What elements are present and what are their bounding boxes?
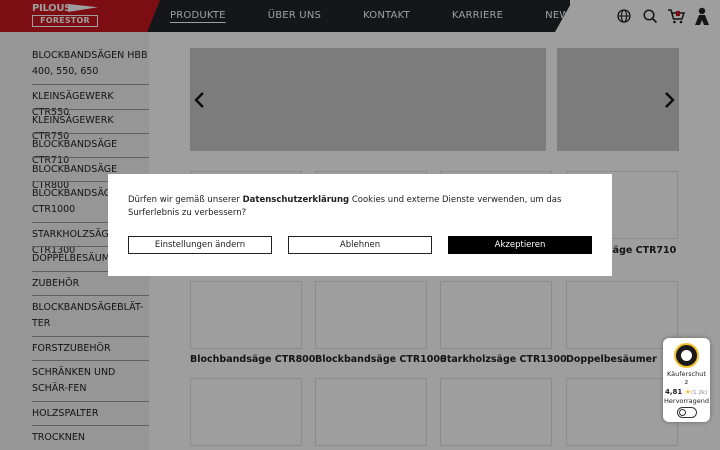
badge-verdict: Hervorragend [664, 397, 709, 405]
badge-rating-value: 4,81 [665, 388, 683, 396]
privacy-policy-link[interactable]: Datenschutzerklärung [243, 195, 350, 205]
badge-rating: 4,81 ★(1.2k) [665, 388, 711, 396]
badge-toggle-icon[interactable] [677, 407, 697, 418]
badge-title: Käuferschutz [667, 370, 706, 386]
cookie-settings-button[interactable]: Einstellungen ändern [128, 236, 272, 254]
trusted-shops-badge[interactable]: Käuferschutz 4,81 ★(1.2k) Hervorragend [663, 338, 710, 422]
trust-seal-icon [674, 343, 699, 368]
cookie-accept-button[interactable]: Akzeptieren [448, 236, 592, 254]
cookie-text-before: Dürfen wir gemäß unserer [128, 195, 243, 205]
cookie-message: Dürfen wir gemäß unserer Datenschutzerkl… [128, 194, 598, 220]
badge-count: (1.2k) [691, 390, 708, 396]
cookie-decline-button[interactable]: Ablehnen [288, 236, 432, 254]
cookie-dialog: Dürfen wir gemäß unserer Datenschutzerkl… [108, 174, 612, 276]
